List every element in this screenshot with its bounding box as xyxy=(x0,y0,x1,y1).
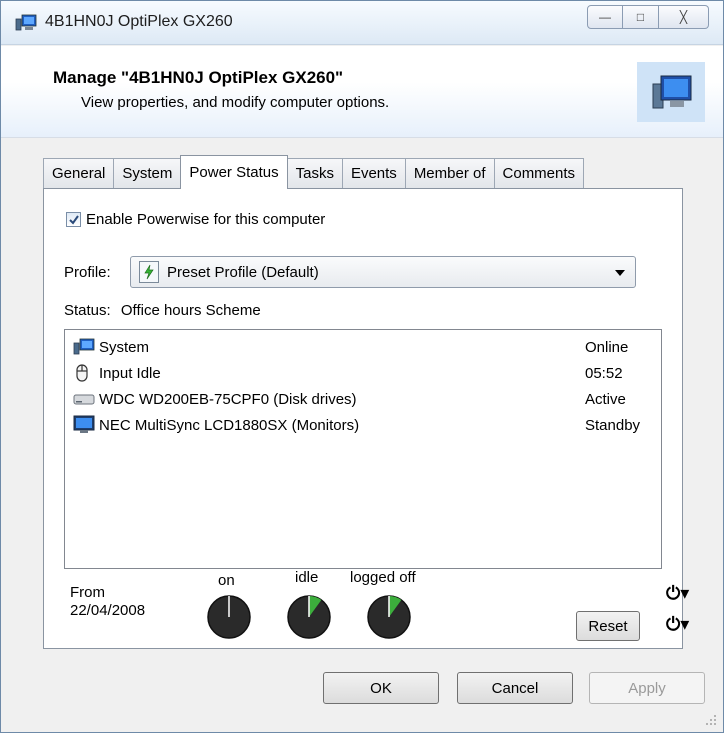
device-state: 05:52 xyxy=(585,364,623,382)
tab-events[interactable]: Events xyxy=(341,158,406,188)
title-bar[interactable]: 4B1HN0J OptiPlex GX260 — □ ╳ xyxy=(1,1,723,45)
status-value: Office hours Scheme xyxy=(120,302,261,319)
cancel-button[interactable]: Cancel xyxy=(457,672,573,704)
chevron-down-icon xyxy=(615,270,625,276)
monitor-icon xyxy=(73,414,99,436)
device-name: WDC WD200EB-75CPF0 (Disk drives) xyxy=(99,390,357,408)
from-label: From xyxy=(70,584,105,601)
tab-comments[interactable]: Comments xyxy=(493,158,585,188)
power-profile-icon xyxy=(139,261,159,283)
tab-tasks[interactable]: Tasks xyxy=(286,158,343,188)
device-name: NEC MultiSync LCD1880SX (Monitors) xyxy=(99,416,360,434)
disk-drive-icon xyxy=(73,388,99,410)
power-options-menu[interactable]: ⏻▾ xyxy=(666,583,689,604)
device-name: System xyxy=(99,338,150,356)
profile-label: Profile: xyxy=(64,264,111,281)
list-item[interactable]: WDC WD200EB-75CPF0 (Disk drives) Active xyxy=(73,388,655,410)
mouse-icon xyxy=(73,362,99,384)
device-state: Active xyxy=(585,390,626,408)
device-state: Standby xyxy=(585,416,641,434)
gauge-logged-off xyxy=(367,595,411,639)
gauge-label-on: on xyxy=(218,572,235,589)
checkbox-label: Enable Powerwise for this computer xyxy=(86,211,326,228)
resize-grip-icon[interactable] xyxy=(705,714,717,726)
tab-power-status[interactable]: Power Status xyxy=(180,155,288,189)
device-list[interactable]: System Online Input Idle 05:52 WDC WD200… xyxy=(64,329,662,569)
minimize-icon: — xyxy=(599,10,611,24)
minimize-button[interactable]: — xyxy=(587,5,623,29)
enable-powerwise-checkbox[interactable]: Enable Powerwise for this computer xyxy=(66,211,325,228)
dialog-window: 4B1HN0J OptiPlex GX260 — □ ╳ Manage "4B1… xyxy=(0,0,724,733)
ok-button[interactable]: OK xyxy=(323,672,439,704)
gauge-idle xyxy=(287,595,331,639)
header-subtitle: View properties, and modify computer opt… xyxy=(81,94,390,111)
close-button[interactable]: ╳ xyxy=(659,5,709,29)
window-title: 4B1HN0J OptiPlex GX260 xyxy=(45,13,233,30)
computer-icon xyxy=(652,75,692,109)
device-name: Input Idle xyxy=(99,364,161,382)
gauge-on xyxy=(207,595,251,639)
computer-icon xyxy=(15,14,37,31)
list-item[interactable]: System Online xyxy=(73,336,655,358)
header-title: Manage "4B1HN0J OptiPlex GX260" xyxy=(53,68,344,87)
status-label: Status: xyxy=(64,302,111,319)
status-line: Status: Office hours Scheme xyxy=(64,302,261,319)
header-computer-icon xyxy=(637,62,705,122)
profile-value: Preset Profile (Default) xyxy=(167,263,319,281)
gauge-label-idle: idle xyxy=(295,569,319,586)
list-item[interactable]: NEC MultiSync LCD1880SX (Monitors) Stand… xyxy=(73,414,655,436)
tab-general[interactable]: General xyxy=(43,158,115,188)
close-icon: ╳ xyxy=(679,10,688,24)
reset-button[interactable]: Reset xyxy=(576,611,640,641)
maximize-icon: □ xyxy=(636,10,645,24)
maximize-button[interactable]: □ xyxy=(623,5,659,29)
tab-strip: General System Power Status Tasks Events… xyxy=(43,155,585,189)
profile-dropdown[interactable]: Preset Profile (Default) xyxy=(130,256,636,288)
dialog-header: Manage "4B1HN0J OptiPlex GX260" View pro… xyxy=(1,46,723,138)
checkbox-box[interactable] xyxy=(66,212,81,227)
tab-member-of[interactable]: Member of xyxy=(404,158,495,188)
checkmark-icon xyxy=(68,214,79,225)
tab-system[interactable]: System xyxy=(113,158,182,188)
apply-button[interactable]: Apply xyxy=(589,672,705,704)
from-date: 22/04/2008 xyxy=(70,602,146,619)
shutdown-menu[interactable]: ⏻▾ xyxy=(666,614,689,635)
device-state: Online xyxy=(585,338,629,356)
computer-icon xyxy=(73,336,99,358)
list-item[interactable]: Input Idle 05:52 xyxy=(73,362,655,384)
power-status-panel: Enable Powerwise for this computer Profi… xyxy=(43,188,689,649)
caption-buttons: — □ ╳ xyxy=(587,5,709,29)
gauge-label-logged-off: logged off xyxy=(350,569,416,586)
